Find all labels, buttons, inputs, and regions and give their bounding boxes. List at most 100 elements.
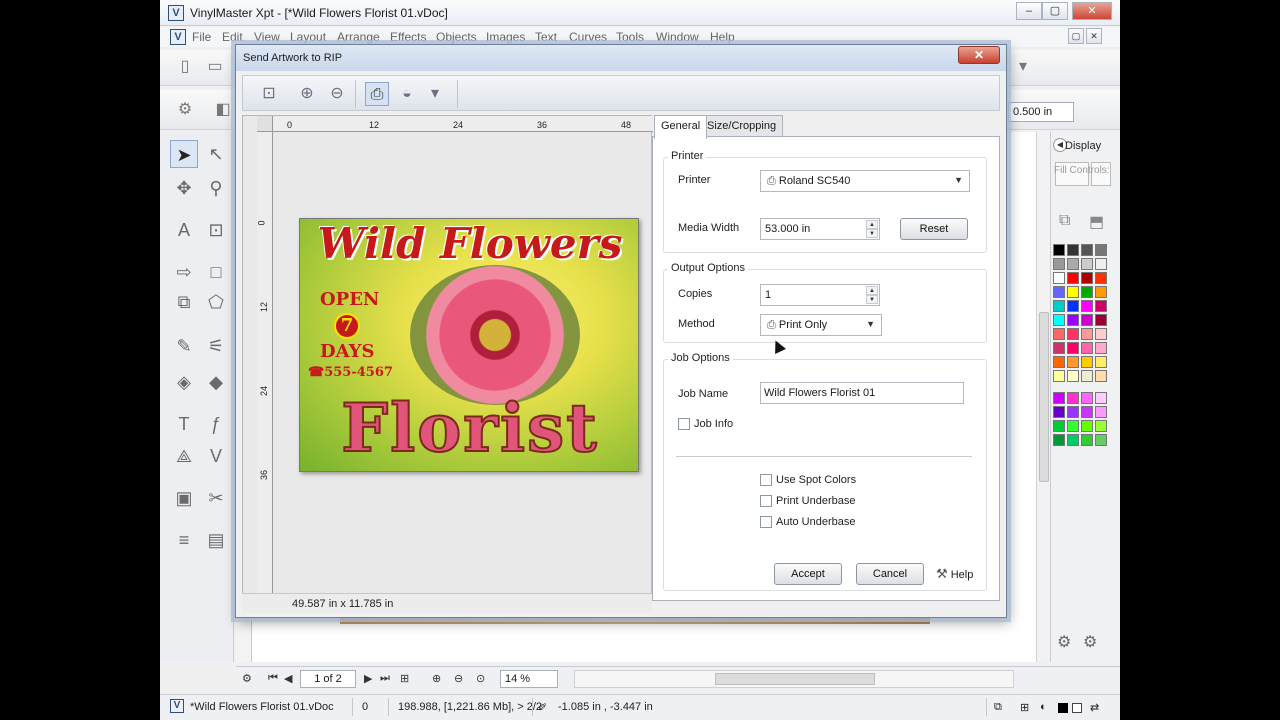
next-page-icon[interactable]: ▶ [364,672,372,685]
image-tool-icon[interactable]: ▣ [170,484,198,512]
shapes-tool-icon[interactable]: ⬠ [202,288,230,316]
doc-icon[interactable]: V [170,29,186,45]
prev-page-icon[interactable]: ◀ [284,672,292,685]
close-button[interactable]: ✕ [1072,2,1112,20]
palette-swatch[interactable] [1067,434,1079,446]
palette-swatch[interactable] [1053,300,1065,312]
swap-colors-icon[interactable]: ⇄ [1090,701,1099,714]
minimize-button[interactable]: – [1016,2,1042,20]
knife-tool-icon[interactable]: ⚟ [202,332,230,360]
palette-swatch[interactable] [1095,258,1107,270]
palette-swatch[interactable] [1053,272,1065,284]
job-name-input[interactable]: Wild Flowers Florist 01 [760,382,964,404]
palette-swatch[interactable] [1053,392,1065,404]
palette-swatch[interactable] [1095,342,1107,354]
menu-images[interactable]: Images [486,30,525,44]
copy-fill-icon[interactable]: ⧉ [1059,212,1079,232]
palette-swatch[interactable] [1067,272,1079,284]
new-document-icon[interactable]: ▯ [174,56,196,78]
palette-swatch[interactable] [1067,406,1079,418]
doc-close-button[interactable]: ✕ [1086,28,1102,44]
menu-tools[interactable]: Tools [616,30,644,44]
distort-tool-icon[interactable]: ⟁ [170,442,198,470]
cut-view-icon[interactable]: ◒ [395,82,419,106]
arrow-shape-tool-icon[interactable]: ⇨ [170,258,198,286]
spin-down-icon[interactable]: ▼ [866,295,878,304]
palette-swatch[interactable] [1067,370,1079,382]
dialog-close-button[interactable]: ✕ [958,46,1000,64]
menu-arrange[interactable]: Arrange [337,30,380,44]
palette-swatch[interactable] [1095,392,1107,404]
spin-up-icon[interactable]: ▲ [866,286,878,295]
palette-swatch[interactable] [1053,370,1065,382]
vertical-scrollbar-thumb[interactable] [1039,312,1049,482]
zoom-fit-icon[interactable]: ⊙ [476,672,485,685]
palette-swatch[interactable] [1095,272,1107,284]
help-button[interactable]: ⚒ Help [936,563,992,585]
media-width-spinner[interactable]: 53.000 in ▲ ▼ [760,218,880,240]
zoom-fit-icon[interactable]: ⊡ [257,82,281,106]
grid-icon[interactable]: ⊞ [1020,701,1029,714]
cut-tool-icon[interactable]: ✂ [202,484,230,512]
palette-swatch[interactable] [1067,244,1079,256]
palette-swatch[interactable] [1095,244,1107,256]
palette-swatch[interactable] [1053,286,1065,298]
palette-swatch[interactable] [1095,406,1107,418]
zoom-in-icon[interactable]: ⊕ [432,672,441,685]
last-page-icon[interactable]: ⏭ [380,672,390,685]
palette-swatch[interactable] [1095,356,1107,368]
palette-swatch[interactable] [1081,420,1093,432]
palette-swatch[interactable] [1067,258,1079,270]
printer-select[interactable]: ⎙ Roland SC540 ▼ [760,170,970,192]
zoom-level-field[interactable]: 14 % [500,670,558,688]
display-tab[interactable]: Display [1065,140,1101,152]
open-folder-icon[interactable]: ▭ [204,56,226,78]
app-icon[interactable]: V [168,5,184,21]
menu-help[interactable]: Help [710,30,735,44]
print-underbase-checkbox[interactable] [760,495,772,507]
text-frame-tool-icon[interactable]: ⊡ [202,216,230,244]
palette-swatch[interactable] [1067,342,1079,354]
palette-swatch[interactable] [1067,314,1079,326]
job-info-checkbox[interactable] [678,418,690,430]
node-edit-tool-icon[interactable]: ↖ [202,140,230,168]
copies-spinner[interactable]: 1 ▲ ▼ [760,284,880,306]
maximize-button[interactable]: ▢ [1042,2,1068,20]
outline-size-field[interactable]: 0.500 in [1008,102,1074,122]
menu-file[interactable]: File [192,30,211,44]
palette-swatch[interactable] [1081,244,1093,256]
palette-swatch[interactable] [1081,342,1093,354]
horizontal-scrollbar-thumb[interactable] [715,673,875,685]
text-tool-icon[interactable]: A [170,216,198,244]
palette-swatch[interactable] [1067,356,1079,368]
palette-swatch[interactable] [1053,342,1065,354]
paint-bucket-tool-icon[interactable]: ◆ [202,368,230,396]
palette-swatch[interactable] [1053,328,1065,340]
palette-swatch[interactable] [1067,328,1079,340]
auto-underbase-checkbox[interactable] [760,516,772,528]
palette-swatch[interactable] [1053,356,1065,368]
menu-view[interactable]: View [254,30,280,44]
cancel-button[interactable]: Cancel [856,563,924,585]
palette-swatch[interactable] [1067,300,1079,312]
palette-swatch[interactable] [1081,286,1093,298]
menu-objects[interactable]: Objects [436,30,477,44]
effects-fx-tool-icon[interactable]: ƒ [202,410,230,438]
fill-tool-icon[interactable]: ◈ [170,368,198,396]
outline-color-swatch[interactable] [1058,703,1068,713]
vertical-scrollbar[interactable] [1036,132,1050,662]
palette-swatch[interactable] [1081,434,1093,446]
add-page-icon[interactable]: ⊞ [400,672,409,685]
palette-swatch[interactable] [1053,314,1065,326]
page-indicator[interactable]: 1 of 2 [300,670,356,688]
menu-layout[interactable]: Layout [290,30,326,44]
align-tool-icon[interactable]: ≡ [170,526,198,554]
palette-settings-icon[interactable]: ⚙ [1083,632,1097,652]
method-select[interactable]: ⎙ Print Only ▼ [760,314,882,336]
palette-swatch[interactable] [1081,406,1093,418]
ruler-tool-icon[interactable]: ▤ [202,526,230,554]
paste-fill-icon[interactable]: ⬒ [1089,212,1109,232]
palette-swatch[interactable] [1095,314,1107,326]
rectangle-tool-icon[interactable]: □ [202,258,230,286]
palette-swatch[interactable] [1053,406,1065,418]
